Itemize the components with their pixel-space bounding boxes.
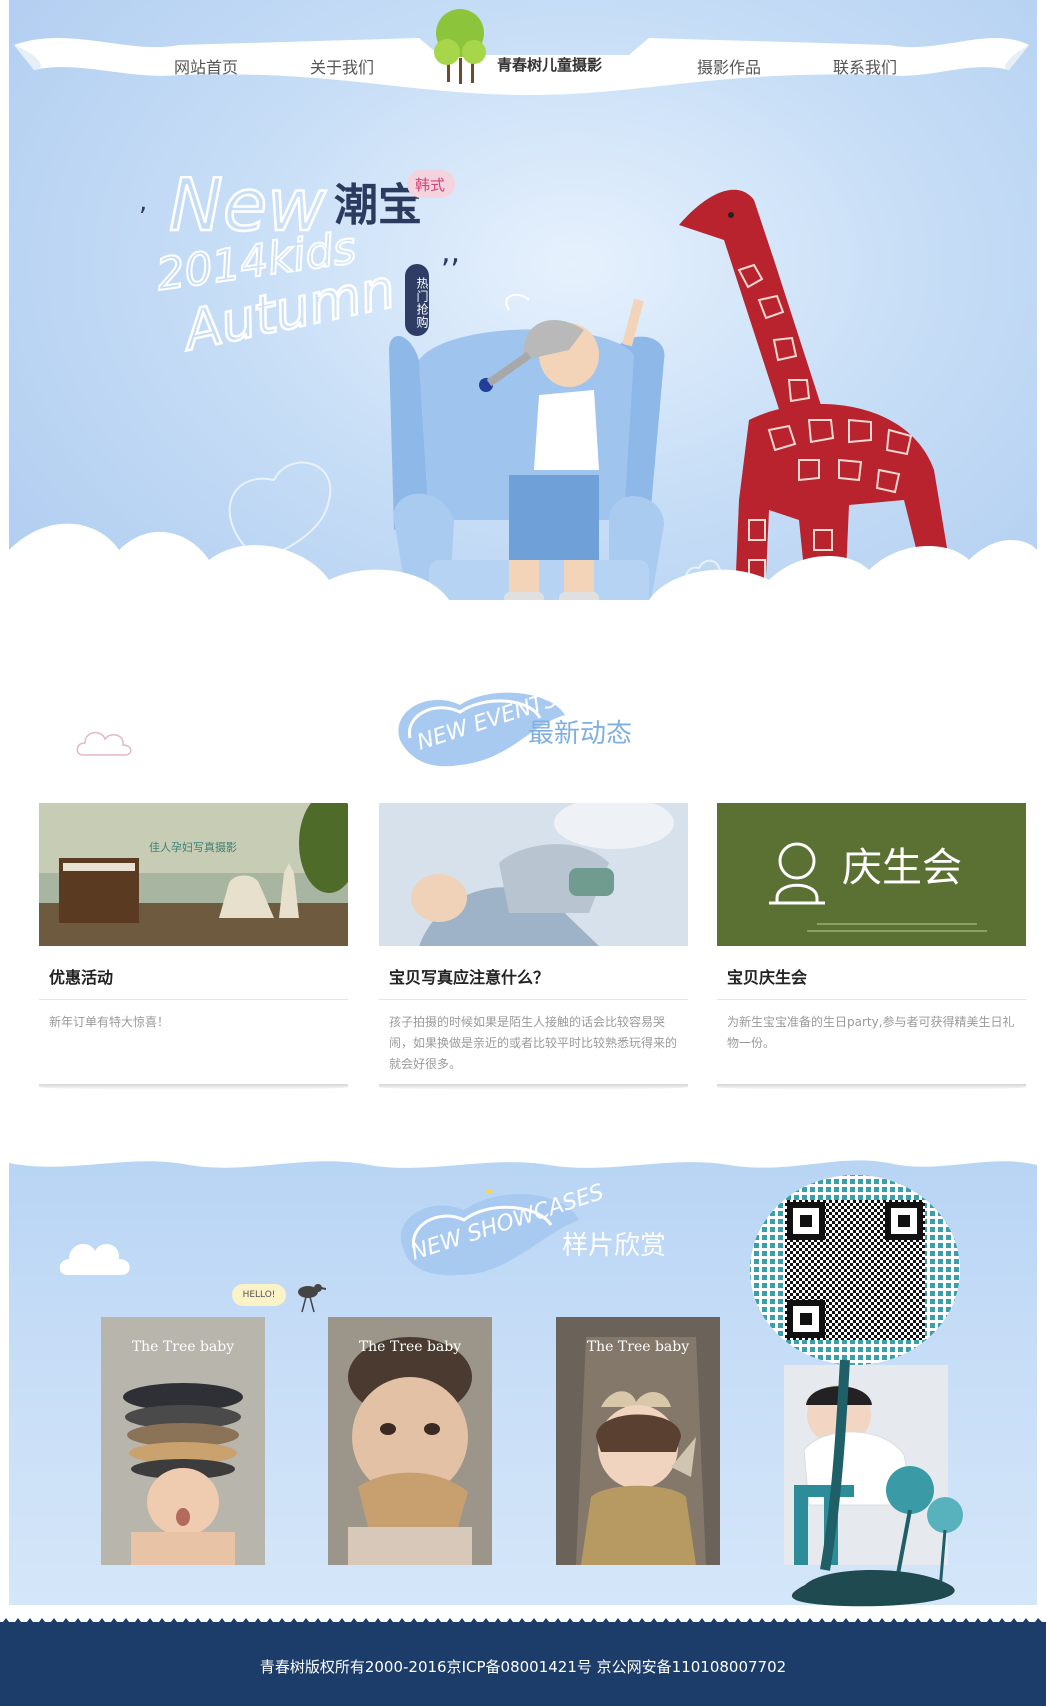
svg-text:,: ,	[139, 187, 147, 217]
footer-copyright: 青春树版权所有2000-2016京ICP备08001421号 京公网安备1101…	[259, 1658, 787, 1676]
hello-bubble: HELLO!	[232, 1284, 286, 1306]
divider	[379, 999, 688, 1000]
hot-sale-badge[interactable]: 热门抢购	[405, 264, 429, 336]
sample-photo-3-brand: The Tree baby	[586, 1339, 690, 1355]
qr-code-tree[interactable]	[745, 1170, 975, 1620]
divider	[39, 999, 348, 1000]
nav-contact[interactable]: 联系我们	[833, 54, 897, 78]
event-card-3[interactable]: 庆生会 宝贝庆生会 为新生宝宝准备的生日party,参与者可获得精美生日礼物一份…	[717, 803, 1026, 1090]
nav-home[interactable]: 网站首页	[174, 54, 238, 78]
events-heading: 最新动态	[528, 719, 633, 749]
nav-works[interactable]: 摄影作品	[697, 54, 761, 78]
sample-photo-2-brand: The Tree baby	[358, 1339, 462, 1355]
event-card-2-title[interactable]: 宝贝写真应注意什么？	[389, 964, 549, 988]
card-shadow	[717, 1084, 1026, 1090]
showcase-heading: 样片欣赏	[562, 1231, 667, 1261]
bird-icon	[298, 1284, 326, 1313]
page: New 2014kids Autumn 潮宝 韩式 , ,, 热门抢购 网站首页…	[0, 0, 1046, 1706]
card-shadow	[379, 1084, 688, 1090]
nav-about[interactable]: 关于我们	[310, 54, 374, 78]
lettering-tag: 韩式	[415, 176, 445, 194]
sample-photo-1-brand: The Tree baby	[131, 1339, 235, 1355]
hero-clouds	[9, 523, 1037, 660]
divider	[717, 999, 1026, 1000]
event-card-image-2[interactable]	[379, 803, 688, 946]
hero-banner: New 2014kids Autumn 潮宝 韩式 , ,, 热门抢购 网站首页…	[9, 0, 1037, 660]
event-card-3-title[interactable]: 宝贝庆生会	[727, 964, 807, 988]
sample-photo-2[interactable]: The Tree baby	[328, 1317, 492, 1565]
event-card-3-desc: 为新生宝宝准备的生日party,参与者可获得精美生日礼物一份。	[727, 1015, 1015, 1050]
event-card-1-title[interactable]: 优惠活动	[49, 964, 113, 988]
showcase-cloud-icon	[59, 1244, 130, 1275]
event-card-1[interactable]: 佳人孕妇写真摄影 优惠活动 新年订单有特大惊喜！	[39, 803, 348, 1090]
event-card-3-img-label: 庆生会	[842, 845, 962, 891]
brand-name[interactable]: 青春树儿童摄影	[497, 54, 602, 75]
wing-doodle-2	[505, 293, 530, 311]
event-card-2[interactable]: 宝贝写真应注意什么？ 孩子拍摄的时候如果是陌生人接触的话会比较容易哭闹，如果换做…	[379, 803, 688, 1090]
event-card-1-desc: 新年订单有特大惊喜！	[49, 1015, 170, 1029]
svg-text:,,: ,,	[441, 235, 460, 270]
sample-photo-1[interactable]: The Tree baby	[101, 1317, 265, 1565]
small-cloud-icon	[76, 731, 132, 756]
event-card-image-3[interactable]: 庆生会	[717, 803, 1026, 946]
event-card-1-img-label: 佳人孕妇写真摄影	[149, 840, 237, 854]
event-card-2-desc: 孩子拍摄的时候如果是陌生人接触的话会比较容易哭闹，如果换做是亲近的或者比较平时比…	[389, 1015, 678, 1071]
card-shadow	[39, 1084, 348, 1090]
sample-photo-3[interactable]: The Tree baby	[556, 1317, 720, 1565]
event-card-image-1[interactable]: 佳人孕妇写真摄影	[39, 803, 348, 946]
